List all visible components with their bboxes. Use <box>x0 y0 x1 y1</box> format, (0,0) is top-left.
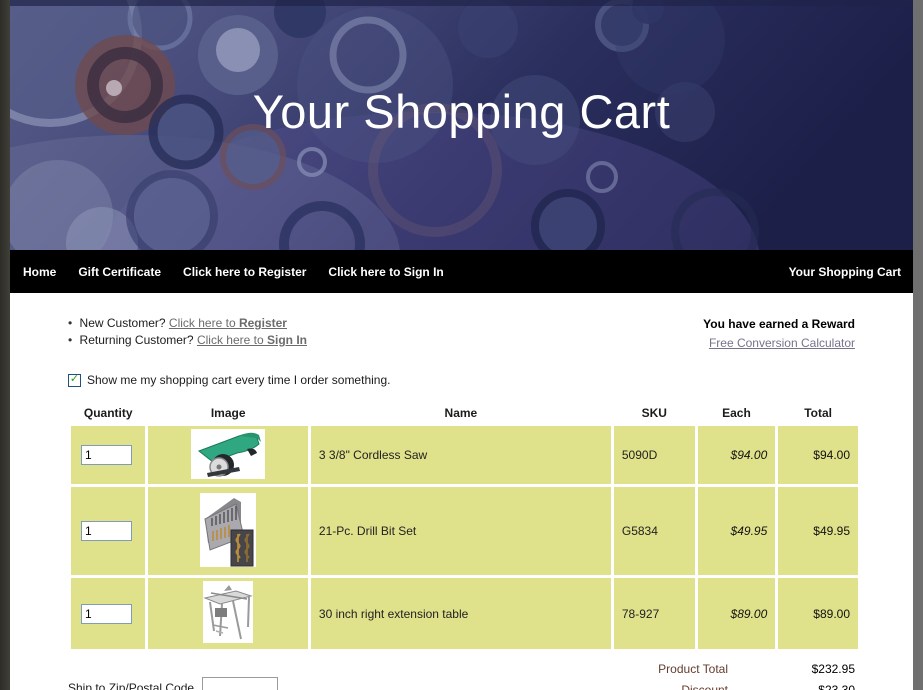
free-conversion-calculator-link[interactable]: Free Conversion Calculator <box>709 334 855 353</box>
reward-message: You have earned a Reward <box>703 315 855 334</box>
cart-row-extension-table: 30 inch right extension table 78-927 $89… <box>71 578 858 649</box>
product-name: 3 3/8" Cordless Saw <box>311 426 611 484</box>
drill-bit-set-icon <box>200 493 256 567</box>
product-total-label: Product Total <box>588 659 728 680</box>
new-customer-label: New Customer? <box>80 316 166 330</box>
new-customer-line: • New Customer? Click here to Register <box>68 315 307 332</box>
product-image-cordless-saw[interactable] <box>191 429 265 479</box>
discount-row: Discount -$23.30 <box>588 680 855 690</box>
main-nav: Home Gift Certificate Click here to Regi… <box>10 250 913 293</box>
quantity-input[interactable] <box>81 445 132 465</box>
zip-label: Ship to Zip/Postal Code <box>68 681 194 690</box>
price-total: $49.95 <box>778 487 858 575</box>
product-name: 30 inch right extension table <box>311 578 611 649</box>
price-each: $89.00 <box>698 578 776 649</box>
page-title: Your Shopping Cart <box>10 84 913 139</box>
nav-item-your-shopping-cart[interactable]: Your Shopping Cart <box>789 265 901 279</box>
header-each: Each <box>698 404 776 423</box>
product-sku: 78-927 <box>614 578 695 649</box>
register-link-bold: Register <box>239 316 287 330</box>
product-name: 21-Pc. Drill Bit Set <box>311 487 611 575</box>
price-each: $49.95 <box>698 487 776 575</box>
zip-input[interactable] <box>202 677 278 690</box>
cart-summary-section: Ship to Zip/Postal Code Product Total $2… <box>68 659 855 690</box>
show-cart-label: Show me my shopping cart every time I or… <box>87 373 390 387</box>
price-total: $94.00 <box>778 426 858 484</box>
ship-to-zip-row: Ship to Zip/Postal Code <box>68 675 278 690</box>
cart-row-cordless-saw: 3 3/8" Cordless Saw 5090D $94.00 $94.00 <box>71 426 858 484</box>
price-each: $94.00 <box>698 426 776 484</box>
bullet-icon: • <box>68 333 72 347</box>
cart-content: • New Customer? Click here to Register •… <box>10 293 913 690</box>
totals-block: Product Total $232.95 Discount -$23.30 <box>588 659 855 690</box>
product-image-drill-bit-set[interactable] <box>200 493 256 567</box>
show-cart-preference: Show me my shopping cart every time I or… <box>68 373 855 387</box>
discount-label: Discount <box>588 680 728 690</box>
quantity-input[interactable] <box>81 521 132 541</box>
header-banner: Your Shopping Cart <box>10 0 913 250</box>
nav-item-home[interactable]: Home <box>23 265 56 279</box>
product-sku: G5834 <box>614 487 695 575</box>
table-saw-extension-icon <box>203 581 253 643</box>
product-sku: 5090D <box>614 426 695 484</box>
cart-header-row: Quantity Image Name SKU Each Total <box>71 404 858 423</box>
discount-value: -$23.30 <box>728 680 855 690</box>
nav-item-gift-certificate[interactable]: Gift Certificate <box>78 265 161 279</box>
header-total: Total <box>778 404 858 423</box>
header-name: Name <box>311 404 611 423</box>
cart-row-drill-bit-set: 21-Pc. Drill Bit Set G5834 $49.95 $49.95 <box>71 487 858 575</box>
cart-table: Quantity Image Name SKU Each Total <box>68 401 861 652</box>
shopping-cart-page: Your Shopping Cart Home Gift Certificate… <box>10 0 913 690</box>
header-image: Image <box>148 404 307 423</box>
reward-box: You have earned a Reward Free Conversion… <box>703 315 855 353</box>
quantity-input[interactable] <box>81 604 132 624</box>
sign-in-link[interactable]: Click here to Sign In <box>197 333 307 347</box>
product-total-row: Product Total $232.95 <box>588 659 855 680</box>
register-link[interactable]: Click here to Register <box>169 316 287 330</box>
show-cart-checkbox[interactable] <box>68 374 81 387</box>
price-total: $89.00 <box>778 578 858 649</box>
sign-in-link-bold: Sign In <box>267 333 307 347</box>
nav-item-register[interactable]: Click here to Register <box>183 265 306 279</box>
register-link-text: Click here to <box>169 316 239 330</box>
cordless-saw-icon <box>191 429 265 479</box>
header-sku: SKU <box>614 404 695 423</box>
bullet-icon: • <box>68 316 72 330</box>
account-links: • New Customer? Click here to Register •… <box>68 315 307 353</box>
returning-customer-label: Returning Customer? <box>80 333 194 347</box>
header-quantity: Quantity <box>71 404 145 423</box>
nav-item-sign-in[interactable]: Click here to Sign In <box>328 265 443 279</box>
product-total-value: $232.95 <box>728 659 855 680</box>
sign-in-link-text: Click here to <box>197 333 267 347</box>
returning-customer-line: • Returning Customer? Click here to Sign… <box>68 332 307 349</box>
window-left-edge <box>0 0 10 690</box>
product-image-extension-table[interactable] <box>203 581 253 643</box>
